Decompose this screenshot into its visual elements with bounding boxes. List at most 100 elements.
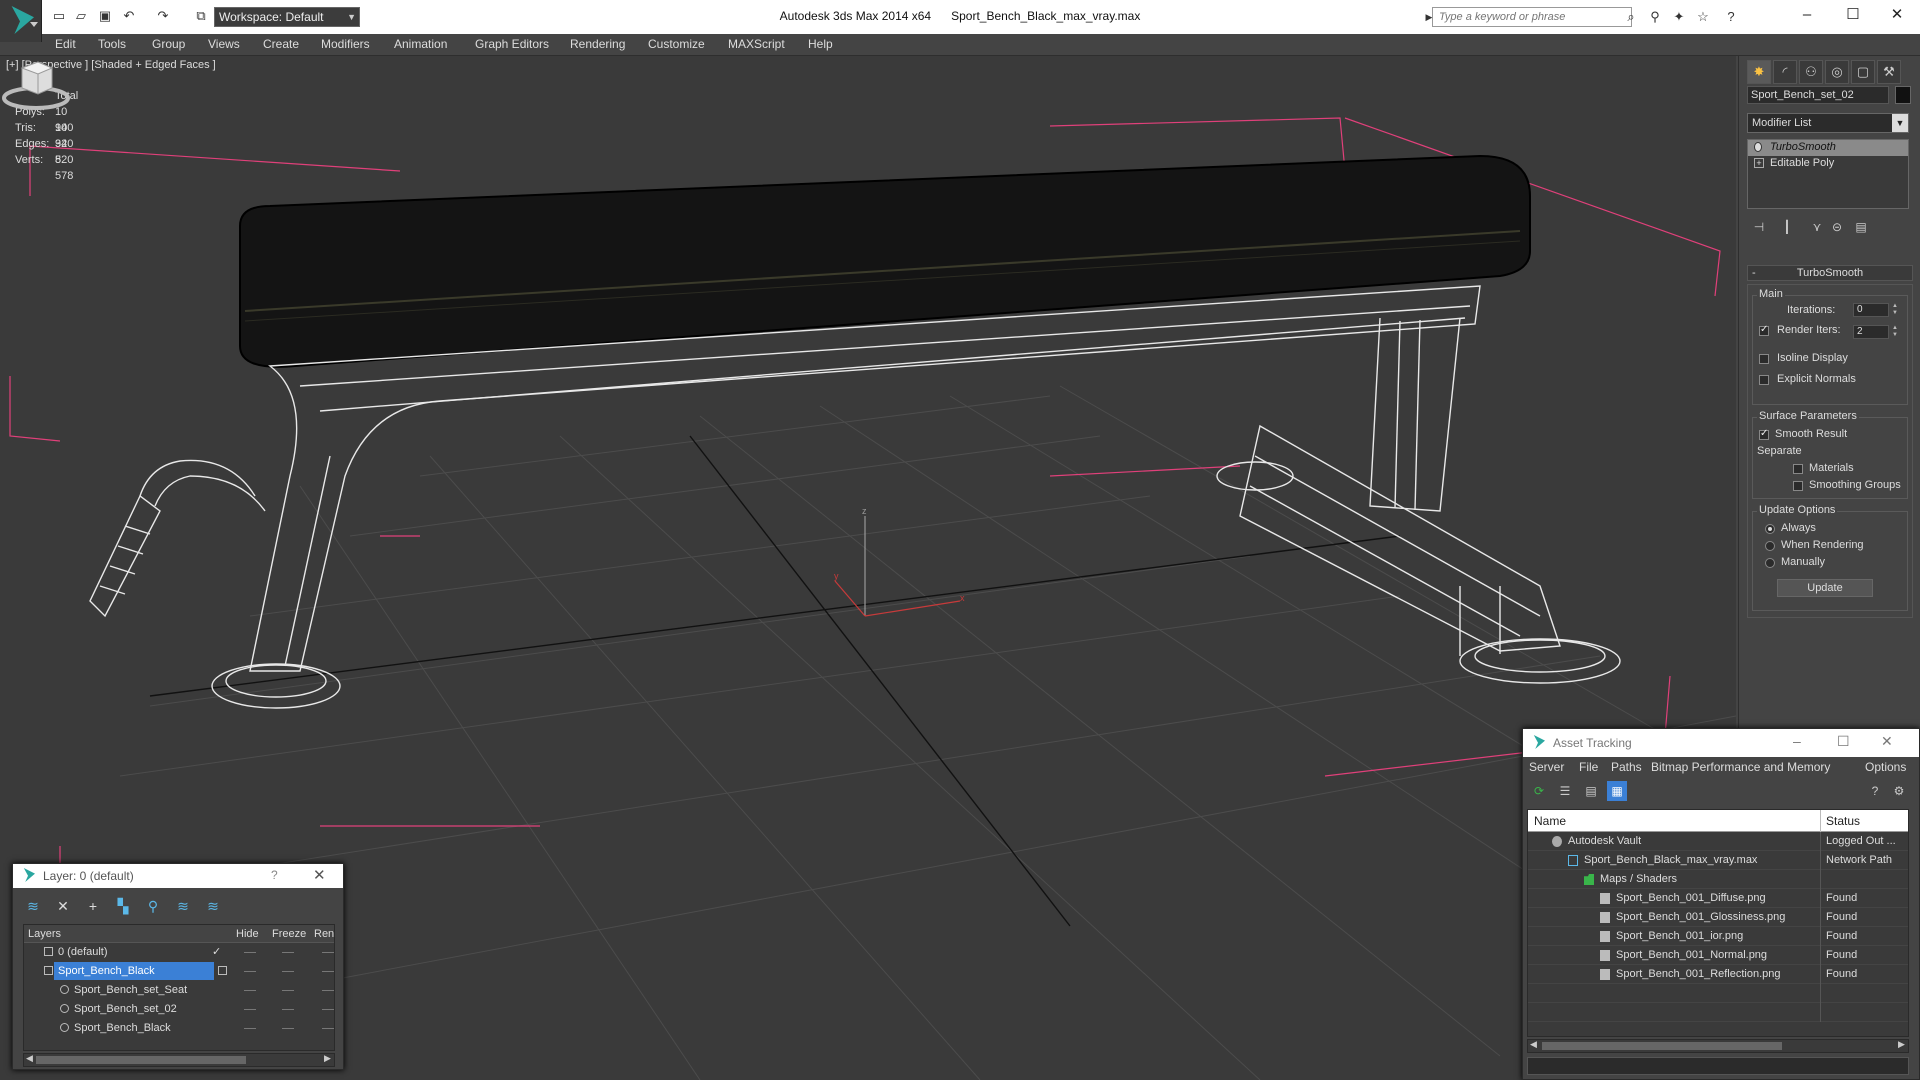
- refresh-icon[interactable]: ⟳: [1529, 781, 1549, 801]
- stack-item-turbosmooth[interactable]: TurboSmooth: [1748, 140, 1908, 156]
- minimize-icon[interactable]: –: [1793, 733, 1801, 749]
- scroll-left-icon[interactable]: ◀: [1530, 1039, 1537, 1050]
- scroll-right-icon[interactable]: ▶: [1898, 1039, 1905, 1050]
- freeze-toggle[interactable]: [282, 1028, 294, 1029]
- add-layer-icon[interactable]: +: [83, 896, 103, 916]
- horizontal-scrollbar[interactable]: ◀ ▶: [1527, 1039, 1909, 1053]
- help-icon[interactable]: ?: [271, 868, 278, 882]
- scroll-right-icon[interactable]: ▶: [324, 1053, 331, 1064]
- asset-tracking-titlebar[interactable]: Asset Tracking – ☐ ✕: [1523, 729, 1919, 757]
- render-iters-checkbox[interactable]: [1759, 324, 1769, 336]
- expand-plus-icon[interactable]: +: [1754, 158, 1764, 168]
- hide-toggle[interactable]: [244, 990, 256, 991]
- asset-row[interactable]: Sport_Bench_001_Diffuse.png Found: [1528, 889, 1908, 908]
- column-name[interactable]: Name: [1534, 814, 1566, 828]
- column-render[interactable]: Rend: [314, 928, 334, 940]
- menu-tools[interactable]: Tools: [98, 37, 126, 51]
- configure-sets-icon[interactable]: ▤: [1851, 217, 1871, 237]
- menu-paths[interactable]: Paths: [1611, 760, 1642, 774]
- render-toggle[interactable]: [322, 990, 334, 991]
- freeze-toggle[interactable]: [282, 1009, 294, 1010]
- explicit-normals-checkbox[interactable]: [1759, 375, 1769, 385]
- smooth-result-checkbox[interactable]: [1759, 428, 1769, 440]
- utilities-tab-icon[interactable]: ⚒: [1877, 60, 1901, 84]
- asset-row[interactable]: Sport_Bench_Black_max_vray.max Network P…: [1528, 851, 1908, 870]
- close-icon[interactable]: ✕: [313, 866, 326, 884]
- settings-help-icon[interactable]: ⚙: [1889, 781, 1909, 801]
- undo-icon[interactable]: ↶: [120, 8, 138, 24]
- isoline-display-checkbox[interactable]: [1759, 354, 1769, 364]
- layer-row[interactable]: Sport_Bench_set_02: [24, 1000, 334, 1019]
- create-tab-sun-icon[interactable]: ✸: [1747, 60, 1771, 84]
- spinner-arrows-icon[interactable]: ▲ ▼: [1891, 303, 1899, 317]
- asset-row[interactable]: Sport_Bench_001_Reflection.png Found: [1528, 965, 1908, 984]
- turbosmooth-rollout-header[interactable]: - TurboSmooth: [1747, 265, 1913, 281]
- freeze-toggle[interactable]: [282, 971, 294, 972]
- manually-radio[interactable]: [1765, 558, 1775, 568]
- open-file-icon[interactable]: ▱: [72, 8, 90, 24]
- asset-row[interactable]: Sport_Bench_001_Normal.png Found: [1528, 946, 1908, 965]
- menu-animation[interactable]: Animation: [394, 37, 447, 51]
- search-icon[interactable]: ⚲: [1646, 9, 1664, 25]
- new-file-icon[interactable]: ▭: [50, 8, 68, 24]
- hide-toggle[interactable]: [244, 971, 256, 972]
- menu-options[interactable]: Options: [1865, 760, 1906, 774]
- always-radio[interactable]: [1765, 524, 1775, 534]
- app-menu-button[interactable]: [0, 0, 42, 42]
- delete-layer-icon[interactable]: ✕: [53, 896, 73, 916]
- render-toggle[interactable]: [322, 952, 334, 953]
- menu-maxscript[interactable]: MAXScript: [728, 37, 785, 51]
- select-layer-icon[interactable]: ⚲: [143, 896, 163, 916]
- column-status[interactable]: Status: [1826, 814, 1860, 828]
- favorites-star-icon[interactable]: ☆: [1694, 9, 1712, 25]
- freeze-toggle[interactable]: [282, 952, 294, 953]
- layer-row[interactable]: 0 (default) ✓: [24, 943, 334, 962]
- subscription-icon[interactable]: ✦: [1670, 9, 1688, 25]
- help-icon[interactable]: ?: [1722, 9, 1740, 25]
- layer-row[interactable]: Sport_Bench_Black: [24, 962, 334, 981]
- scroll-left-icon[interactable]: ◀: [26, 1053, 33, 1064]
- maximize-icon[interactable]: ☐: [1830, 0, 1876, 32]
- show-end-result-icon[interactable]: ┃: [1777, 217, 1797, 237]
- table-view-icon[interactable]: ▦: [1607, 781, 1627, 801]
- column-freeze[interactable]: Freeze: [272, 928, 306, 940]
- update-button[interactable]: Update: [1777, 579, 1873, 597]
- close-icon[interactable]: ✕: [1874, 0, 1920, 32]
- menu-views[interactable]: Views: [208, 37, 240, 51]
- asset-row[interactable]: Autodesk Vault Logged Out ...: [1528, 832, 1908, 851]
- hide-all-icon[interactable]: ≋: [203, 896, 223, 916]
- when-rendering-radio[interactable]: [1765, 541, 1775, 551]
- hierarchy-tab-icon[interactable]: ⚇: [1799, 60, 1823, 84]
- hide-toggle[interactable]: [244, 1009, 256, 1010]
- menu-bitmap-performance[interactable]: Bitmap Performance and Memory: [1651, 760, 1830, 774]
- menu-help[interactable]: Help: [808, 37, 833, 51]
- layer-dialog-titlebar[interactable]: Layer: 0 (default) ? ✕: [13, 864, 343, 888]
- search-input[interactable]: [1433, 8, 1631, 26]
- asset-row[interactable]: Sport_Bench_001_Glossiness.png Found: [1528, 908, 1908, 927]
- close-icon[interactable]: ✕: [1881, 733, 1893, 750]
- tree-view-icon[interactable]: ▤: [1581, 781, 1601, 801]
- modify-tab-icon[interactable]: ◜: [1773, 60, 1797, 84]
- hide-toggle[interactable]: [244, 1028, 256, 1029]
- project-folder-icon[interactable]: ⧉: [192, 8, 210, 24]
- menu-group[interactable]: Group: [152, 37, 185, 51]
- column-hide[interactable]: Hide: [236, 928, 259, 940]
- make-unique-icon[interactable]: ⋎: [1807, 217, 1827, 237]
- menu-rendering[interactable]: Rendering: [570, 37, 625, 51]
- scrollbar-thumb[interactable]: [36, 1056, 246, 1064]
- object-color-swatch[interactable]: [1895, 86, 1911, 104]
- asset-path-field[interactable]: [1527, 1057, 1909, 1075]
- maximize-icon[interactable]: ☐: [1837, 733, 1850, 750]
- column-layers[interactable]: Layers: [28, 928, 61, 940]
- current-layer-icon[interactable]: [218, 966, 227, 975]
- materials-checkbox[interactable]: [1793, 464, 1803, 474]
- binoculars-icon[interactable]: ⌕: [1622, 9, 1640, 25]
- hide-toggle[interactable]: [244, 952, 256, 953]
- menu-file[interactable]: File: [1579, 760, 1598, 774]
- menu-customize[interactable]: Customize: [648, 37, 705, 51]
- render-toggle[interactable]: [322, 1009, 334, 1010]
- lightbulb-icon[interactable]: [1754, 142, 1762, 152]
- minimize-icon[interactable]: –: [1784, 0, 1830, 32]
- horizontal-scrollbar[interactable]: ◀ ▶: [23, 1053, 335, 1067]
- menu-modifiers[interactable]: Modifiers: [321, 37, 370, 51]
